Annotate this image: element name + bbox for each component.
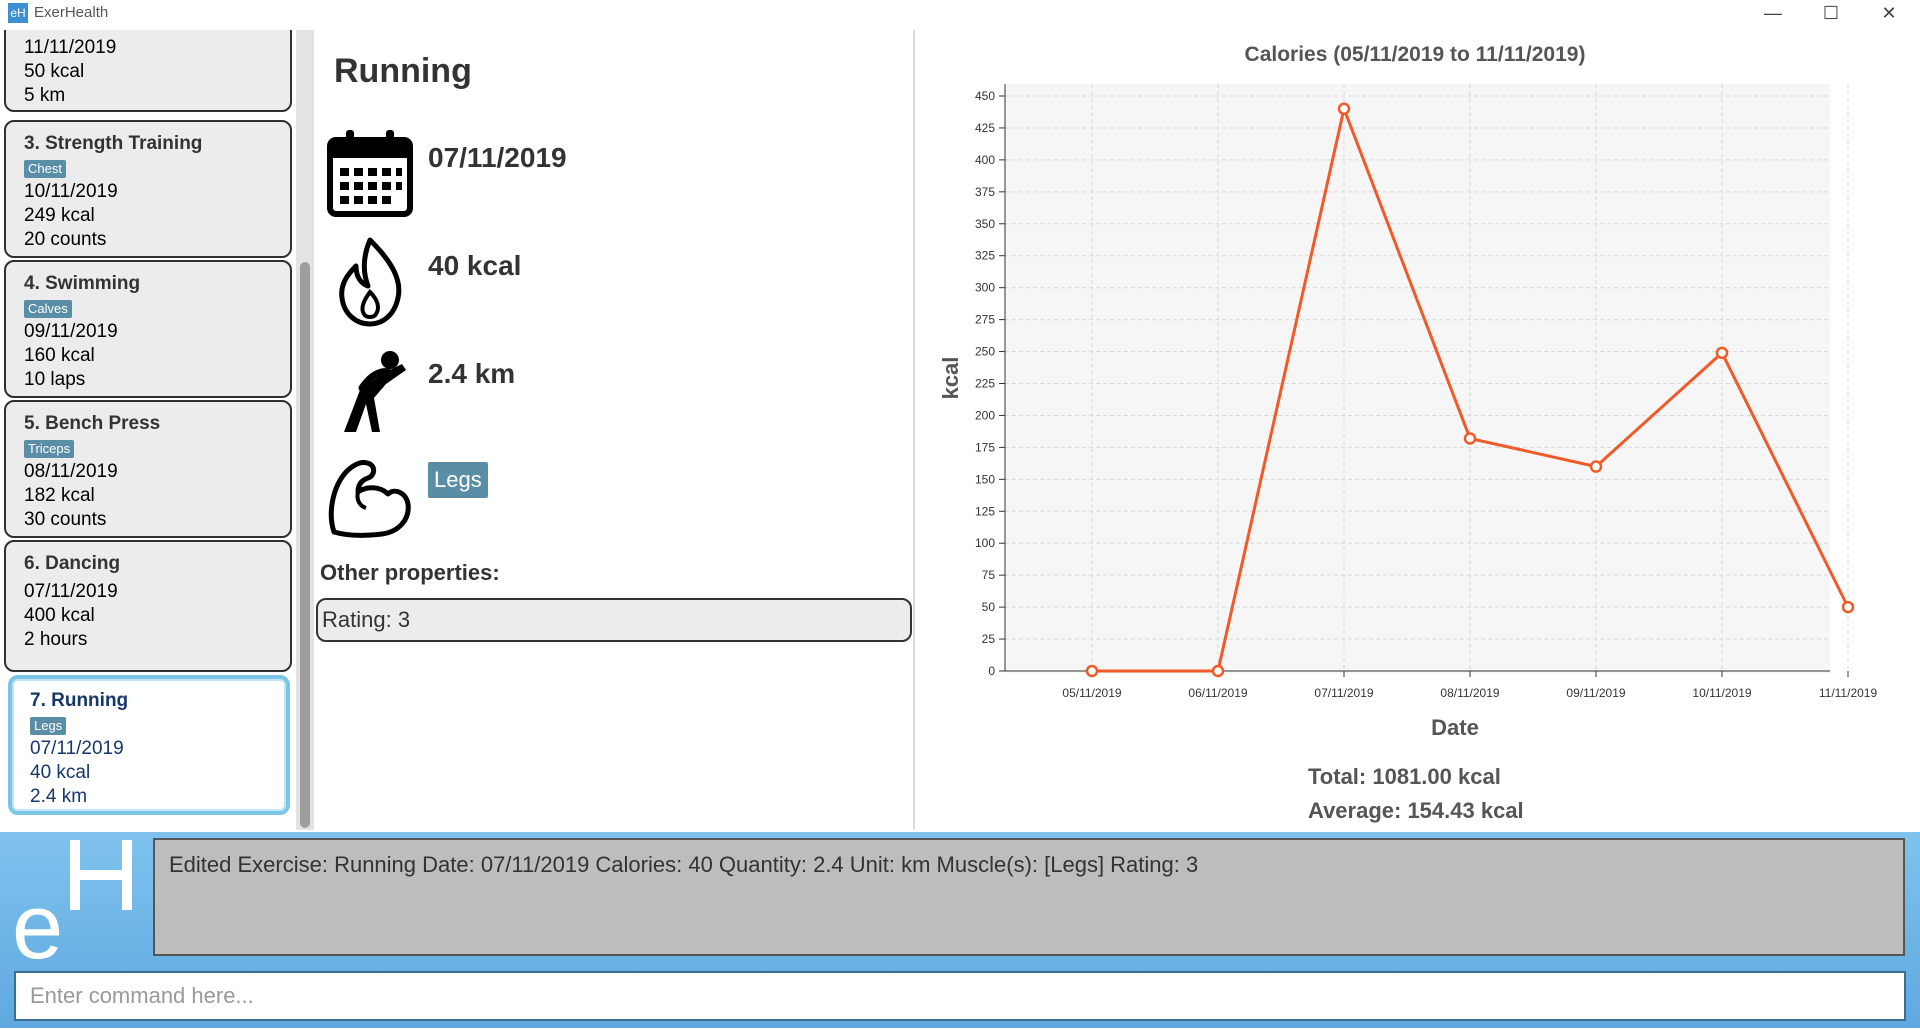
item-calories: 160 kcal bbox=[24, 345, 95, 366]
muscle-arm-icon bbox=[328, 459, 411, 538]
item-date: 07/11/2019 bbox=[30, 738, 124, 759]
item-calories: 182 kcal bbox=[24, 485, 95, 506]
y-tick-label: 375 bbox=[975, 185, 995, 199]
flame-icon bbox=[339, 237, 402, 327]
y-tick-label: 300 bbox=[975, 281, 995, 295]
item-calories: 40 kcal bbox=[30, 762, 91, 783]
y-axis-label: kcal bbox=[938, 357, 963, 400]
calendar-icon bbox=[327, 130, 413, 217]
x-axis-label: Date bbox=[1431, 715, 1479, 740]
item-title: 7. Running bbox=[30, 690, 129, 711]
stretching-person-icon bbox=[344, 351, 406, 432]
y-tick-label: 125 bbox=[975, 504, 995, 518]
exercise-list[interactable]: 11/11/2019 50 kcal 5 km 3. Strength Trai… bbox=[0, 30, 318, 830]
item-title: 4. Swimming bbox=[24, 273, 141, 294]
data-point bbox=[1085, 664, 1099, 678]
y-tick-label: 400 bbox=[975, 153, 995, 167]
x-tick-label: 08/11/2019 bbox=[1440, 686, 1499, 700]
item-calories: 50 kcal bbox=[24, 61, 85, 82]
svg-text:e: e bbox=[12, 876, 63, 962]
list-item[interactable]: 6. Dancing 07/11/2019 400 kcal 2 hours bbox=[4, 540, 292, 672]
y-tick-label: 100 bbox=[975, 536, 995, 550]
item-date: 09/11/2019 bbox=[24, 321, 118, 342]
item-quantity: 10 laps bbox=[24, 369, 86, 390]
item-quantity: 2 hours bbox=[24, 629, 88, 650]
minimize-icon[interactable]: — bbox=[1750, 0, 1796, 28]
item-date: 08/11/2019 bbox=[24, 461, 118, 482]
data-point bbox=[1589, 460, 1603, 473]
detail-quantity: 2.4 km bbox=[428, 358, 516, 389]
y-tick-label: 150 bbox=[975, 472, 995, 486]
list-item[interactable]: 5. Bench Press Triceps 08/11/2019 182 kc… bbox=[4, 400, 292, 538]
data-point bbox=[1715, 346, 1729, 360]
x-tick-label: 07/11/2019 bbox=[1314, 686, 1373, 700]
maximize-icon[interactable]: ☐ bbox=[1808, 0, 1854, 28]
y-tick-label: 250 bbox=[975, 345, 995, 359]
pane-divider bbox=[913, 30, 915, 830]
result-display: Edited Exercise: Running Date: 07/11/201… bbox=[153, 838, 1905, 956]
y-tick-label: 325 bbox=[975, 249, 995, 263]
data-point bbox=[1337, 102, 1351, 116]
chart-title: Calories (05/11/2019 to 11/11/2019) bbox=[1245, 43, 1586, 66]
y-tick-label: 350 bbox=[975, 217, 995, 231]
y-axis: 0 25 50 75 100 125 150 175 200 225 250 275 300 325 350… bbox=[975, 84, 1006, 678]
detail-calories: 40 kcal bbox=[428, 250, 522, 281]
list-scrollbar-thumb[interactable] bbox=[300, 262, 310, 828]
item-calories: 400 kcal bbox=[24, 605, 95, 626]
y-tick-label: 175 bbox=[975, 440, 995, 454]
data-point bbox=[1463, 432, 1477, 445]
list-item[interactable]: 4. Swimming Calves 09/11/2019 160 kcal 1… bbox=[4, 260, 292, 398]
item-title: 3. Strength Training bbox=[24, 133, 203, 154]
y-tick-label: 450 bbox=[975, 89, 995, 103]
rating-property: Rating: 3 bbox=[316, 598, 912, 642]
x-tick-label: 05/11/2019 bbox=[1062, 686, 1121, 700]
item-quantity: 2.4 km bbox=[30, 786, 88, 807]
muscle-tag: Chest bbox=[24, 160, 66, 178]
calories-line-chart: Calories (05/11/2019 to 11/11/2019) 0 25 5… bbox=[938, 43, 1878, 740]
x-tick-label: 10/11/2019 bbox=[1692, 686, 1751, 700]
y-tick-label: 75 bbox=[982, 568, 996, 582]
detail-date: 07/11/2019 bbox=[428, 142, 567, 173]
other-properties-label: Other properties: bbox=[320, 560, 500, 585]
y-tick-label: 200 bbox=[975, 408, 995, 422]
app-logo-icon: e bbox=[12, 840, 132, 962]
item-date: 07/11/2019 bbox=[24, 581, 118, 602]
command-input[interactable] bbox=[14, 971, 1906, 1021]
item-calories: 249 kcal bbox=[24, 205, 95, 226]
y-tick-label: 25 bbox=[982, 632, 996, 646]
y-tick-label: 50 bbox=[982, 600, 996, 614]
detail-title: Running bbox=[334, 52, 472, 90]
y-tick-label: 225 bbox=[975, 377, 995, 391]
item-title: 5. Bench Press bbox=[24, 413, 161, 434]
muscle-tag: Legs bbox=[30, 717, 67, 735]
muscle-tag: Triceps bbox=[24, 440, 75, 458]
app-logo-icon: eH bbox=[8, 3, 28, 23]
total-calories: Total: 1081.00 kcal bbox=[1308, 764, 1501, 789]
x-axis: 05/11/2019 06/11/2019 07/11/2019 08/11/2019… bbox=[1005, 670, 1878, 700]
item-date: 11/11/2019 bbox=[24, 37, 117, 58]
detail-muscle-tag: Legs bbox=[428, 462, 488, 498]
average-calories: Average: 154.43 kcal bbox=[1308, 798, 1524, 823]
list-item[interactable]: 3. Strength Training Chest 10/11/2019 24… bbox=[4, 120, 292, 258]
item-title: 6. Dancing bbox=[24, 553, 121, 574]
item-date: 10/11/2019 bbox=[24, 181, 118, 202]
title-bar: eH ExerHealth — ☐ ✕ bbox=[0, 0, 1920, 28]
window-title: ExerHealth bbox=[34, 4, 109, 21]
y-tick-label: 425 bbox=[975, 121, 995, 135]
x-tick-label: 06/11/2019 bbox=[1188, 686, 1247, 700]
data-point bbox=[1211, 664, 1225, 678]
x-tick-label: 11/11/2019 bbox=[1819, 686, 1878, 700]
item-quantity: 5 km bbox=[24, 85, 66, 106]
data-point bbox=[1841, 600, 1855, 614]
y-tick-label: 0 bbox=[988, 664, 995, 678]
close-icon[interactable]: ✕ bbox=[1866, 0, 1912, 28]
list-item[interactable]: 11/11/2019 50 kcal 5 km bbox=[4, 30, 292, 112]
plot-area bbox=[1005, 84, 1830, 673]
muscle-tag: Calves bbox=[24, 300, 72, 318]
y-tick-label: 275 bbox=[975, 313, 995, 327]
item-quantity: 30 counts bbox=[24, 509, 107, 530]
x-tick-label: 09/11/2019 bbox=[1566, 686, 1625, 700]
list-item-selected[interactable]: 7. Running Legs 07/11/2019 40 kcal 2.4 k… bbox=[8, 675, 290, 815]
item-quantity: 20 counts bbox=[24, 229, 107, 250]
